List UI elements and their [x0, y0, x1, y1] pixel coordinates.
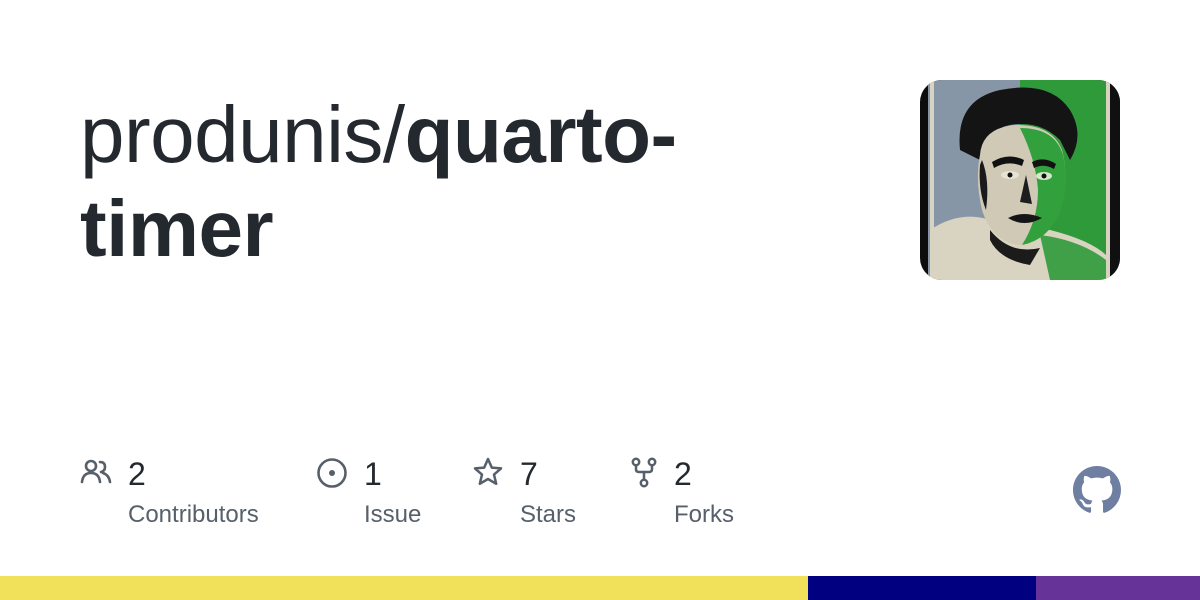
forks-label: Forks — [674, 501, 734, 528]
repo-title[interactable]: produnis/quarto-timer — [80, 88, 780, 276]
stars-count: 7 — [520, 456, 538, 492]
people-icon — [80, 456, 112, 492]
language-bar — [0, 576, 1200, 600]
language-bar-segment — [0, 576, 808, 600]
issues-label: Issue — [364, 501, 422, 528]
language-bar-segment — [807, 576, 1036, 600]
forks-count: 2 — [674, 456, 692, 492]
contributors-count: 2 — [128, 456, 146, 492]
issues-count: 1 — [364, 456, 382, 492]
repo-forked-icon — [628, 456, 660, 492]
issue-opened-icon — [316, 456, 348, 492]
github-mark-icon[interactable] — [1073, 466, 1121, 514]
star-icon — [472, 456, 504, 492]
repo-owner: produnis/ — [80, 90, 405, 179]
social-preview-card: produnis/quarto-timer 2 Contributors 1 I… — [0, 0, 1200, 600]
stat-stars[interactable]: 7 Stars — [472, 452, 612, 542]
owner-avatar[interactable] — [920, 80, 1120, 280]
contributors-label: Contributors — [128, 501, 259, 528]
avatar-image — [920, 80, 1120, 280]
stat-issues[interactable]: 1 Issue — [316, 452, 466, 542]
stars-label: Stars — [520, 501, 577, 528]
stat-contributors[interactable]: 2 Contributors — [80, 452, 300, 542]
language-bar-segment — [1035, 576, 1200, 600]
stat-forks[interactable]: 2 Forks — [628, 452, 768, 542]
